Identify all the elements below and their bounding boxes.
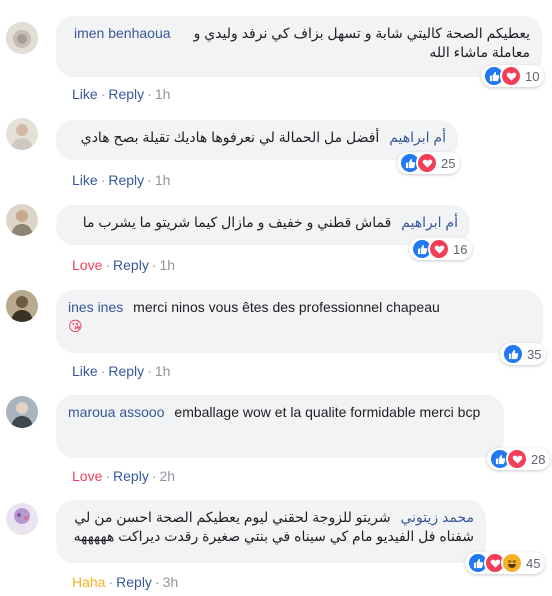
comment-bubble: imen benhaoua يعطيكم الصحة كاليتي شابة و…	[56, 16, 542, 77]
comment-text: emballage wow et la qualite formidable m…	[174, 404, 481, 420]
comment-bubble: ines ines merci ninos vous êtes des prof…	[56, 290, 543, 353]
author-name[interactable]: imen benhaoua	[74, 24, 171, 43]
haha-reaction-icon	[501, 552, 523, 574]
kiss-emoji-icon: 😘	[68, 319, 83, 335]
reactions-count[interactable]: 25	[397, 152, 461, 174]
timestamp[interactable]: 1h	[155, 172, 171, 188]
love-reaction-icon	[428, 238, 450, 260]
comment-actions: Love · Reply · 2h	[72, 468, 176, 484]
reply-link[interactable]: Reply	[108, 363, 144, 379]
author-name[interactable]: محمد زيتوني	[400, 509, 474, 525]
reactions-count[interactable]: 16	[409, 238, 473, 260]
comment-bubble: أم ابراهيم قماش قطني و خفيف و مازال كيما…	[56, 205, 470, 249]
like-link[interactable]: Like	[72, 86, 98, 102]
love-reaction-icon	[506, 448, 528, 470]
comment-text: يعطيكم الصحة كاليتي شابة و تسهل بزاف كي …	[193, 25, 530, 60]
author-name[interactable]: ines ines	[68, 299, 123, 315]
reply-link[interactable]: Reply	[116, 574, 152, 590]
reaction-count: 45	[526, 555, 541, 571]
reply-link[interactable]: Reply	[113, 257, 149, 273]
comment-bubble: أم ابراهيم أفضل مل الحمالة لي نعرفوها ها…	[56, 120, 458, 164]
reaction-count: 10	[525, 68, 540, 84]
love-reaction-icon	[416, 152, 438, 174]
avatar[interactable]	[6, 118, 38, 150]
avatar[interactable]	[6, 396, 38, 428]
comment-text: merci ninos vous êtes des professionnel …	[133, 299, 440, 315]
love-link[interactable]: Love	[72, 257, 102, 273]
avatar[interactable]	[6, 204, 38, 236]
comment-bubble: محمد زيتوني شريتو للزوجة لحقني ليوم يعطي…	[56, 500, 486, 563]
reply-link[interactable]: Reply	[113, 468, 149, 484]
timestamp[interactable]: 1h	[160, 257, 176, 273]
reactions-count[interactable]: 10	[481, 65, 545, 87]
author-name[interactable]: أم ابراهيم	[401, 214, 458, 230]
like-reaction-icon	[502, 343, 524, 365]
haha-link[interactable]: Haha	[72, 574, 105, 590]
reaction-count: 28	[531, 451, 546, 467]
like-link[interactable]: Like	[72, 172, 98, 188]
timestamp[interactable]: 1h	[155, 86, 171, 102]
author-name[interactable]: maroua assooo	[68, 404, 165, 420]
author-name[interactable]: أم ابراهيم	[389, 129, 446, 145]
like-link[interactable]: Like	[72, 363, 98, 379]
avatar[interactable]	[6, 503, 38, 535]
timestamp[interactable]: 3h	[163, 574, 179, 590]
comment-bubble: maroua assooo emballage wow et la qualit…	[56, 395, 504, 458]
comment-actions: Haha · Reply · 3h	[72, 574, 179, 590]
reactions-count[interactable]: 45	[465, 552, 546, 574]
comment-actions: Like · Reply · 1h	[72, 172, 171, 188]
comment-actions: Like · Reply · 1h	[72, 363, 171, 379]
reaction-count: 25	[441, 155, 456, 171]
reply-link[interactable]: Reply	[108, 172, 144, 188]
reactions-count[interactable]: 35	[500, 343, 547, 365]
comment-actions: Love · Reply · 1h	[72, 257, 176, 273]
timestamp[interactable]: 1h	[155, 363, 171, 379]
comment-actions: Like · Reply · 1h	[72, 86, 171, 102]
reactions-count[interactable]: 28	[487, 448, 551, 470]
timestamp[interactable]: 2h	[160, 468, 176, 484]
avatar[interactable]	[6, 22, 38, 54]
reply-link[interactable]: Reply	[108, 86, 144, 102]
love-link[interactable]: Love	[72, 468, 102, 484]
avatar[interactable]	[6, 290, 38, 322]
love-reaction-icon	[500, 65, 522, 87]
reaction-count: 35	[527, 346, 542, 362]
reaction-count: 16	[453, 241, 468, 257]
